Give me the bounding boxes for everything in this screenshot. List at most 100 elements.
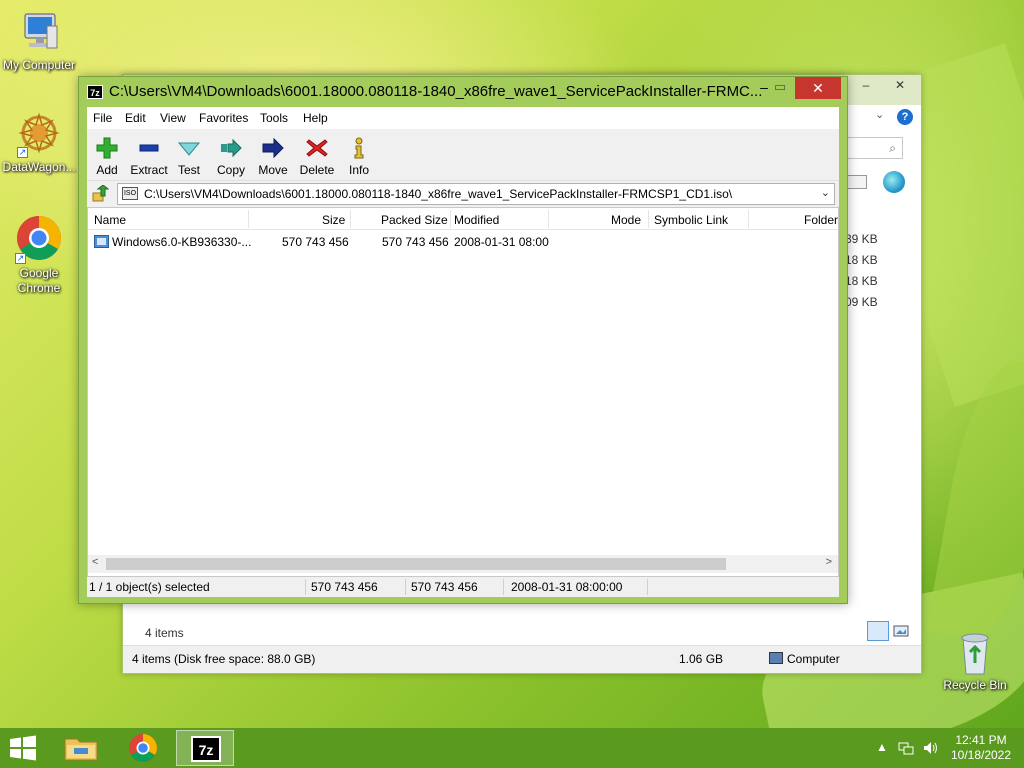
- system-clock[interactable]: 12:41 PM 10/18/2022: [944, 733, 1018, 763]
- scrollbar-thumb[interactable]: [106, 558, 726, 570]
- status-packed: 570 743 456: [411, 580, 478, 594]
- web-icon[interactable]: [883, 171, 905, 193]
- show-hidden-icons-icon[interactable]: ▲: [876, 740, 888, 754]
- column-size[interactable]: Size: [322, 213, 345, 227]
- column-symbolic-link[interactable]: Symbolic Link: [654, 213, 728, 227]
- address-path: C:\Users\VM4\Downloads\6001.18000.080118…: [144, 187, 733, 201]
- status-size: 570 743 456: [311, 580, 378, 594]
- menu-file[interactable]: File: [93, 111, 112, 125]
- status-modified: 2008-01-31 08:00:00: [511, 580, 623, 594]
- move-button[interactable]: Move: [255, 129, 291, 179]
- network-icon[interactable]: [898, 740, 914, 756]
- chevron-down-icon[interactable]: ⌄: [875, 108, 884, 121]
- column-divider[interactable]: [248, 210, 249, 228]
- window-title: C:\Users\VM4\Downloads\6001.18000.080118…: [109, 83, 763, 100]
- add-button[interactable]: Add: [91, 129, 123, 179]
- maximize-button[interactable]: ▭: [765, 78, 795, 98]
- cell-packed-size: 570 743 456: [382, 235, 449, 249]
- status-location: Computer: [787, 652, 840, 666]
- shortcut-arrow-icon: ↗: [17, 147, 28, 158]
- desktop-icon-recycle-bin[interactable]: Recycle Bin: [936, 630, 1014, 693]
- copy-button[interactable]: Copy: [215, 129, 247, 179]
- menu-help[interactable]: Help: [303, 111, 328, 125]
- column-mode[interactable]: Mode: [611, 213, 641, 227]
- explorer-status-bar: 4 items (Disk free space: 88.0 GB) 1.06 …: [123, 645, 921, 673]
- delete-x-icon: [306, 139, 328, 157]
- file-size: 18 KB: [845, 274, 878, 288]
- scroll-right-icon[interactable]: >: [826, 556, 832, 568]
- file-size: 18 KB: [845, 253, 878, 267]
- status-size: 1.06 GB: [679, 652, 724, 666]
- menu-view[interactable]: View: [160, 111, 186, 125]
- status-divider: [503, 579, 504, 595]
- chevron-down-icon[interactable]: ⌄: [821, 186, 830, 199]
- minus-icon: [139, 144, 159, 152]
- minimize-icon[interactable]: –: [851, 75, 881, 97]
- column-divider[interactable]: [648, 210, 649, 228]
- extract-button[interactable]: Extract: [127, 129, 171, 179]
- taskbar-file-explorer[interactable]: [52, 730, 110, 766]
- status-selected: 1 / 1 object(s) selected: [89, 580, 210, 594]
- address-bar: ISO C:\Users\VM4\Downloads\6001.18000.08…: [87, 181, 839, 207]
- column-divider[interactable]: [450, 210, 451, 228]
- column-divider[interactable]: [548, 210, 549, 228]
- column-divider[interactable]: [748, 210, 749, 228]
- details-view-icon[interactable]: [867, 621, 889, 641]
- menu-tools[interactable]: Tools: [260, 111, 288, 125]
- close-button[interactable]: ✕: [795, 77, 841, 99]
- column-header-row: Name Size Packed Size Modified Mode Symb…: [88, 208, 838, 230]
- toolbar: Add Extract Test Copy Move Delete Info: [87, 129, 839, 181]
- status-summary: 4 items (Disk free space: 88.0 GB): [132, 652, 316, 666]
- taskbar-7zip[interactable]: 7z: [176, 730, 234, 766]
- table-row[interactable]: Windows6.0-KB936330-... 570 743 456 570 …: [88, 232, 838, 252]
- folder-up-icon[interactable]: [91, 185, 109, 203]
- search-input[interactable]: ⌕: [845, 137, 903, 159]
- chrome-icon: [129, 734, 157, 762]
- search-icon: ⌕: [889, 141, 896, 155]
- desktop-icon-google-chrome[interactable]: ↗ Google Chrome: [0, 214, 78, 296]
- large-icons-view-icon[interactable]: [891, 621, 911, 641]
- menu-favorites[interactable]: Favorites: [199, 111, 248, 125]
- status-divider: [405, 579, 406, 595]
- volume-icon[interactable]: [922, 740, 938, 756]
- column-name[interactable]: Name: [94, 213, 126, 227]
- desktop-icon-label: My Computer: [2, 58, 76, 72]
- menu-edit[interactable]: Edit: [125, 111, 146, 125]
- info-icon: [354, 137, 364, 159]
- change-view-icon[interactable]: [845, 175, 867, 189]
- menu-bar: File Edit View Favorites Tools Help: [87, 107, 839, 129]
- copy-arrow-icon: [221, 138, 242, 158]
- column-folder[interactable]: Folder: [804, 213, 838, 227]
- sevenzip-app-icon: 7z: [191, 736, 221, 762]
- address-input[interactable]: ISO C:\Users\VM4\Downloads\6001.18000.08…: [117, 183, 835, 205]
- cell-modified: 2008-01-31 08:00: [454, 235, 549, 249]
- column-divider[interactable]: [350, 210, 351, 228]
- plus-icon: [96, 137, 118, 159]
- desktop-icon-my-computer[interactable]: My Computer: [0, 10, 78, 73]
- file-size: 09 KB: [845, 295, 878, 309]
- horizontal-scrollbar[interactable]: < >: [88, 555, 838, 573]
- info-button[interactable]: Info: [343, 129, 375, 179]
- sevenzip-client-area: File Edit View Favorites Tools Help Add …: [87, 107, 839, 597]
- clock-time: 12:41 PM: [955, 733, 1007, 747]
- help-icon[interactable]: ?: [897, 109, 913, 125]
- test-button[interactable]: Test: [175, 129, 203, 179]
- column-modified[interactable]: Modified: [454, 213, 499, 227]
- scroll-left-icon[interactable]: <: [92, 556, 98, 568]
- desktop-icon-datawagon[interactable]: ↗ DataWagon...: [0, 112, 78, 175]
- delete-button[interactable]: Delete: [297, 129, 337, 179]
- taskbar-google-chrome[interactable]: [114, 730, 172, 766]
- folder-icon: [64, 738, 98, 761]
- close-icon[interactable]: ✕: [885, 75, 915, 97]
- file-list[interactable]: Name Size Packed Size Modified Mode Symb…: [87, 207, 839, 577]
- sevenzip-window[interactable]: 7z C:\Users\VM4\Downloads\6001.18000.080…: [78, 76, 848, 604]
- recycle-bin-icon: [961, 633, 989, 675]
- shortcut-arrow-icon: ↗: [15, 253, 26, 264]
- file-size: 39 KB: [845, 232, 878, 246]
- sevenzip-app-icon[interactable]: 7z: [87, 85, 103, 99]
- windows-start-icon[interactable]: [6, 734, 40, 762]
- column-packed-size[interactable]: Packed Size: [381, 213, 448, 227]
- move-arrow-icon: [262, 137, 284, 159]
- sevenzip-titlebar[interactable]: 7z C:\Users\VM4\Downloads\6001.18000.080…: [79, 77, 847, 107]
- status-divider: [305, 579, 306, 595]
